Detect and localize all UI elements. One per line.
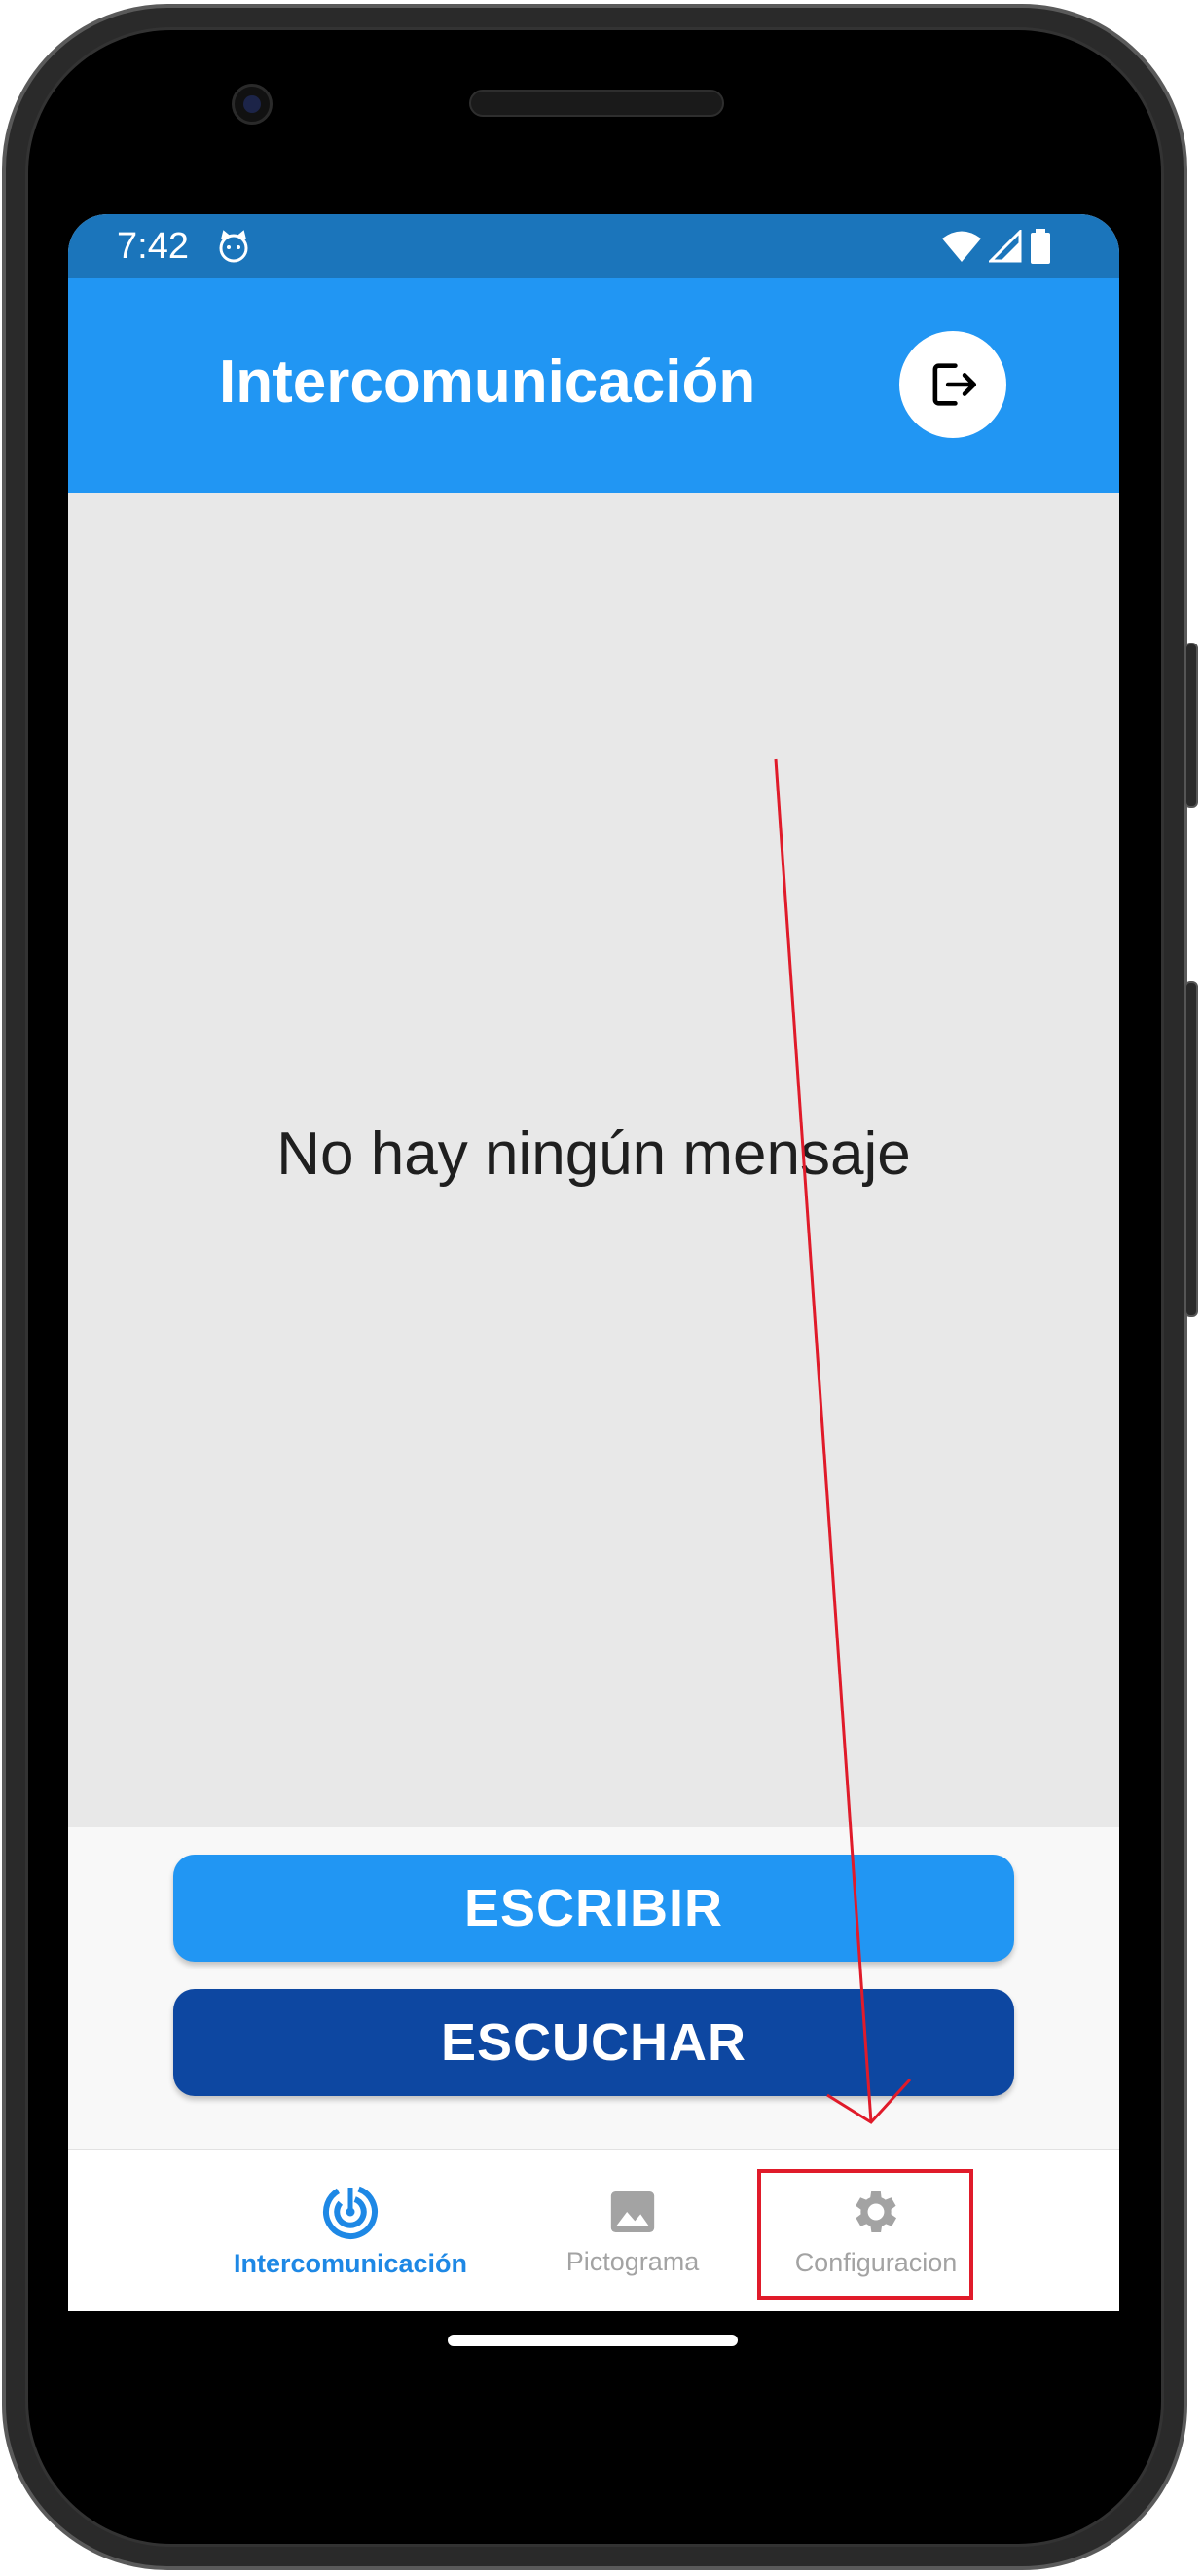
radar-icon: [323, 2185, 378, 2239]
write-button[interactable]: ESCRIBIR: [173, 1855, 1014, 1962]
app-screen: 7:42 Intercomunicación No hay ningún men…: [68, 214, 1119, 2311]
earpiece-speaker: [469, 90, 724, 117]
logout-icon: [932, 363, 977, 406]
status-icons: [942, 228, 1051, 265]
page-title: Intercomunicación: [219, 349, 756, 416]
nav-label-pictograma: Pictograma: [565, 2247, 700, 2276]
nav-label-intercomunicacion: Intercomunicación: [233, 2249, 468, 2278]
volume-button: [1184, 981, 1198, 1317]
front-camera: [232, 84, 273, 125]
nav-item-intercomunicacion[interactable]: Intercomunicación: [214, 2150, 487, 2311]
battery-icon: [1031, 229, 1050, 264]
home-indicator: [448, 2335, 738, 2346]
gear-icon: [856, 2190, 897, 2233]
cell-signal-icon: [989, 230, 1022, 263]
status-bar: 7:42: [68, 214, 1119, 278]
power-button: [1184, 643, 1198, 808]
app-bar: Intercomunicación: [68, 278, 1119, 493]
nav-item-pictograma[interactable]: Pictograma: [535, 2150, 730, 2311]
bottom-navigation: Intercomunicación Pictograma Configuraci…: [68, 2149, 1119, 2311]
status-time: 7:42: [117, 226, 189, 267]
wifi-icon: [942, 231, 981, 262]
cat-notification-icon: [219, 230, 248, 263]
empty-message: No hay ningún mensaje: [276, 1121, 911, 1188]
action-panel: ESCRIBIR ESCUCHAR: [68, 1827, 1119, 2149]
nav-item-configuracion[interactable]: Configuracion: [764, 2150, 988, 2311]
message-list: No hay ningún mensaje: [68, 493, 1119, 1827]
logout-button[interactable]: [899, 331, 1006, 438]
listen-button[interactable]: ESCUCHAR: [173, 1989, 1014, 2096]
nav-label-configuracion: Configuracion: [794, 2248, 958, 2277]
image-icon: [610, 2191, 655, 2232]
